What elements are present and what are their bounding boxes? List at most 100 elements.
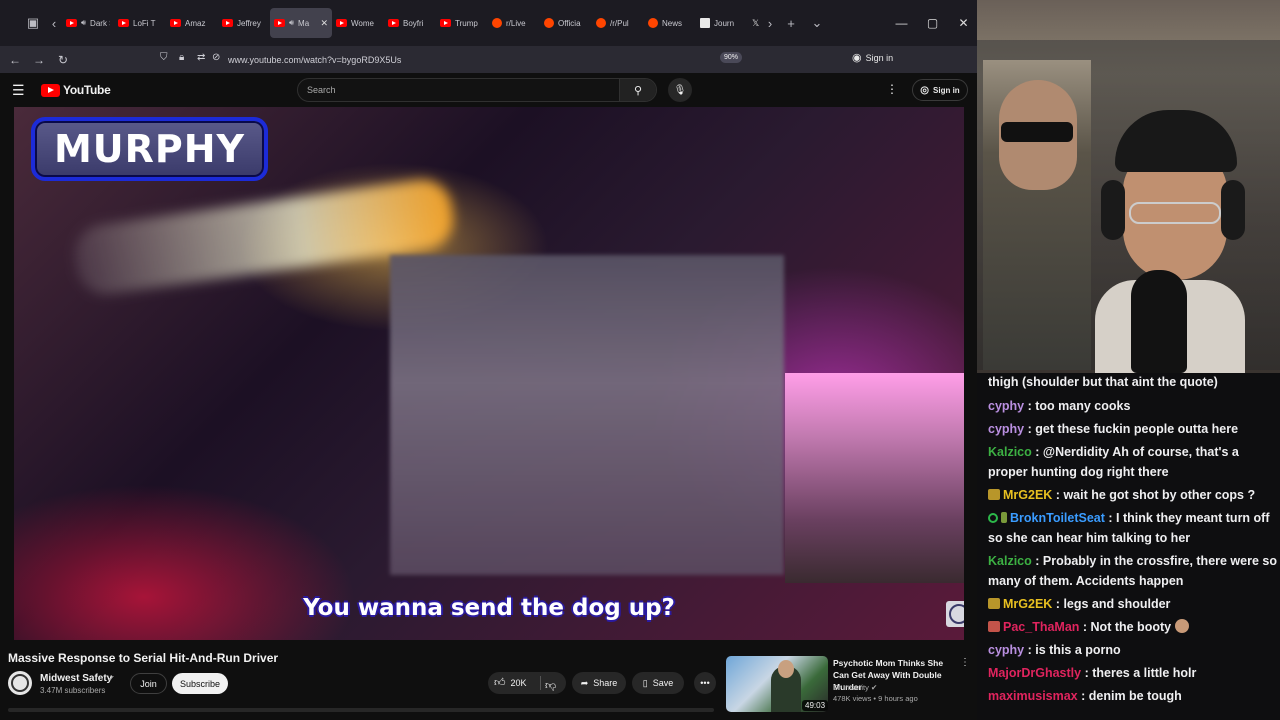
chat-username[interactable]: MajorDrGhastly (988, 666, 1081, 680)
no-autoplay-icon[interactable]: ⊘ (212, 52, 220, 63)
browser-tab[interactable]: Boyfri (384, 8, 436, 38)
like-count: 20K (510, 677, 527, 688)
url-text[interactable]: www.youtube.com/watch?v=bygoRD9X5Us (228, 55, 401, 65)
chat-message: thigh (shoulder but that aint the quote) (988, 373, 1278, 392)
chat-username[interactable]: BroknToiletSeat (1010, 511, 1105, 525)
close-tab-icon[interactable]: ✕ (320, 18, 328, 29)
chat-username[interactable]: MrG2EK (1003, 488, 1052, 502)
portrait-sunglasses (1001, 122, 1073, 142)
tab-manager-icon[interactable]: ▣ (20, 9, 46, 37)
chat-separator: : (1031, 445, 1043, 459)
browser-tab[interactable]: Wome (332, 8, 384, 38)
dislike-button[interactable]: 👎︎ (545, 676, 556, 694)
chat-message: MrG2EK : wait he got shot by other cops … (988, 485, 1278, 505)
chat-username[interactable]: Kalzico (988, 554, 1032, 568)
lock-icon[interactable]: 🔒︎ (179, 52, 184, 63)
chat-username[interactable]: maximusismax (988, 689, 1078, 703)
recommendation-channel[interactable]: Dr Insanity ✔ (833, 683, 877, 692)
recommendation-menu-icon[interactable]: ⋮ (960, 657, 970, 668)
new-tab-icon[interactable]: + (778, 9, 804, 37)
browser-tab[interactable]: 🔊︎ Ma ✕ (270, 8, 332, 38)
maximize-icon[interactable]: ▢ (917, 0, 948, 46)
tabs-scroll-right-icon[interactable]: › (762, 9, 778, 37)
like-button[interactable]: 👍︎ 20K (494, 676, 527, 689)
video-player[interactable]: MURPHY You wanna send the dog up? (14, 107, 964, 640)
browser-tab[interactable]: 𝕏 (748, 8, 762, 38)
forward-icon[interactable]: → (27, 48, 51, 72)
like-dislike-group: 👍︎ 20K 👎︎ (488, 672, 566, 694)
browser-tab[interactable]: News (644, 8, 696, 38)
chat-separator: : (1024, 422, 1036, 436)
name-overlay: MURPHY (31, 117, 268, 181)
browser-tab[interactable]: Jeffrey (218, 8, 270, 38)
divider (540, 676, 541, 690)
shield-icon[interactable]: ⛉ (160, 52, 168, 63)
account-signin[interactable]: ◉ Sign in (852, 51, 893, 64)
voice-search-button[interactable]: 🎙︎ (668, 78, 692, 102)
chat-separator: : (1079, 620, 1091, 634)
streamer (1095, 110, 1245, 373)
microphone-icon: 🎙︎ (673, 84, 687, 96)
join-button[interactable]: Join (130, 673, 167, 694)
hamburger-menu-icon[interactable]: ☰ (12, 82, 25, 99)
browser-tab[interactable]: /r/Pul (592, 8, 644, 38)
zoom-level[interactable]: 90% (720, 52, 743, 63)
chat-username[interactable]: Pac_ThaMan (1003, 620, 1079, 634)
youtube-signin-label: Sign in (933, 85, 960, 95)
reload-icon[interactable]: ↻ (51, 48, 75, 72)
video-title: Massive Response to Serial Hit-And-Run D… (8, 651, 279, 665)
chat-username[interactable]: Kalzico (988, 445, 1032, 459)
chat-username[interactable]: MrG2EK (1003, 597, 1052, 611)
browser-tab[interactable]: Officia (540, 8, 592, 38)
subscribe-button[interactable]: Subscribe (172, 673, 228, 694)
settings-kebab-icon[interactable]: ⋮ (886, 82, 898, 96)
channel-name[interactable]: Midwest Safety (40, 673, 112, 684)
tab-list-chevron-icon[interactable]: ⌄ (804, 9, 830, 37)
minimize-icon[interactable]: — (886, 0, 917, 46)
ap-favicon-icon (700, 18, 710, 28)
save-button[interactable]: ▯ Save (632, 672, 684, 694)
audio-playing-icon[interactable]: 🔊︎ (289, 18, 294, 28)
back-icon[interactable]: ← (3, 48, 27, 72)
youtube-logo[interactable]: YouTube (41, 83, 111, 97)
search-input[interactable] (298, 79, 620, 101)
youtube-favicon-icon (274, 19, 285, 27)
browser-tab[interactable]: Trump (436, 8, 488, 38)
save-label: Save (652, 678, 674, 688)
navigation-bar: ← → ↻ ⛉ 🔒︎ ⇄ ⊘ www.youtube.com/watch?v=b… (0, 46, 977, 112)
webcam-feed (977, 0, 1280, 373)
stream-chat: thigh (shoulder but that aint the quote)… (977, 373, 1280, 720)
browser-tab[interactable]: LoFi T (114, 8, 166, 38)
background-portrait (983, 60, 1091, 370)
tab-title: Wome (351, 18, 374, 28)
user-circle-icon: ◎ (920, 84, 930, 96)
chat-username[interactable]: cyphy (988, 399, 1024, 413)
microphone (1131, 270, 1187, 373)
chat-username[interactable]: cyphy (988, 422, 1024, 436)
gift-badge-icon (988, 598, 1000, 609)
audio-playing-icon[interactable]: 🔊︎ (81, 18, 86, 28)
chat-username[interactable]: cyphy (988, 643, 1024, 657)
permissions-icon[interactable]: ⇄ (197, 52, 205, 63)
youtube-signin-button[interactable]: ◎ Sign in (912, 79, 968, 101)
tabs-scroll-left-icon[interactable]: ‹ (46, 9, 62, 37)
tab-strip: 🔊︎ Dark S LoFi T Amaz Jeffrey 🔊︎ Ma ✕ Wome Boyfri… (62, 8, 762, 38)
chat-text: too many cooks (1035, 399, 1131, 413)
channel-avatar[interactable] (8, 671, 32, 695)
browser-tab[interactable]: 🔊︎ Dark S (62, 8, 114, 38)
browser-tab[interactable]: r/Live (488, 8, 540, 38)
chat-message: cyphy : is this a porno (988, 640, 1278, 660)
recommendation-duration: 49:03 (802, 700, 829, 711)
blurred-region (390, 255, 784, 575)
search-button[interactable]: ⚲ (619, 79, 656, 101)
more-actions-icon[interactable]: ••• (694, 672, 716, 694)
close-window-icon[interactable]: ✕ (948, 0, 977, 46)
account-icon: ◉ (852, 52, 862, 64)
browser-tab[interactable]: Amaz (166, 8, 218, 38)
share-button[interactable]: ➦ Share (572, 672, 626, 694)
search-icon: ⚲ (633, 84, 643, 97)
browser-tab[interactable]: Journ (696, 8, 748, 38)
address-bar[interactable]: ⛉ 🔒︎ ⇄ ⊘ www.youtube.com/watch?v=bygoRD9… (150, 50, 770, 69)
channel-watermark[interactable] (946, 601, 964, 627)
